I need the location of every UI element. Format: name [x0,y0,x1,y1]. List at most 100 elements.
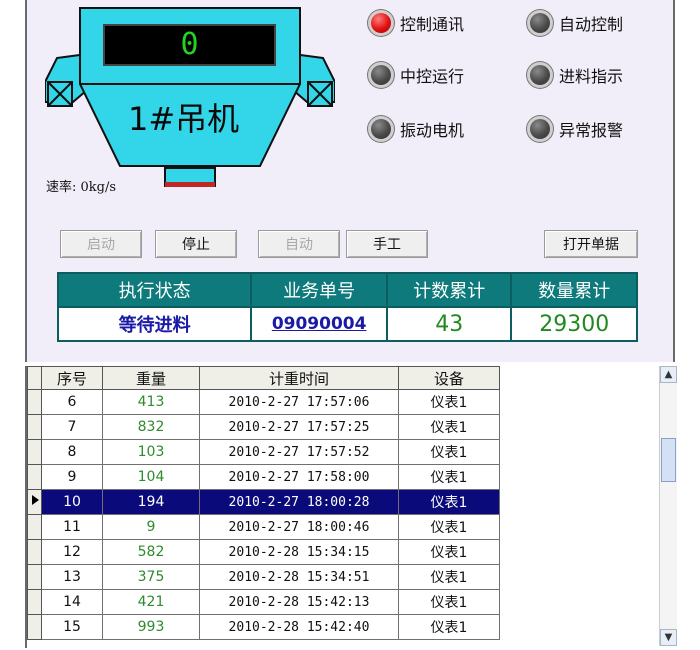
cell-seq: 13 [41,564,103,590]
cell-seq: 11 [41,514,103,540]
scroll-thumb[interactable] [661,438,676,482]
indicator-feed: 进料指示 [527,60,623,90]
manual-button[interactable]: 手工 [346,230,428,258]
cell-weight: 9 [102,514,200,540]
indicator-label: 异常报警 [559,121,624,140]
table-row[interactable]: 15 993 2010-2-28 15:42:40 仪表1 [27,614,500,640]
cell-time: 2010-2-27 17:57:06 [199,389,399,415]
cell-time: 2010-2-27 17:58:00 [199,464,399,490]
cell-weight: 194 [102,489,200,515]
cell-seq: 6 [41,389,103,415]
cell-time: 2010-2-27 18:00:28 [199,489,399,515]
cell-weight: 993 [102,614,200,640]
cell-device: 仪表1 [398,439,500,465]
scroll-down-icon[interactable]: ▼ [660,629,677,646]
order-number-link[interactable]: 09090004 [250,306,389,342]
column-header-seq[interactable]: 序号 [41,366,103,390]
weight-display: 0 [103,24,276,66]
indicator-label: 中控运行 [400,67,465,86]
row-pointer-icon[interactable] [27,489,42,515]
status-lamp-icon [527,116,553,142]
row-selector[interactable] [27,614,42,640]
weight-display-value: 0 [180,27,199,62]
cell-time: 2010-2-27 17:57:52 [199,439,399,465]
table-row[interactable]: 11 9 2010-2-27 18:00:46 仪表1 [27,514,500,540]
table-row[interactable]: 7 832 2010-2-27 17:57:25 仪表1 [27,414,500,440]
status-header-order: 业务单号 [250,272,389,308]
stop-button[interactable]: 停止 [155,230,237,258]
indicator-label: 自动控制 [559,15,624,34]
cell-time: 2010-2-27 17:57:25 [199,414,399,440]
row-selector[interactable] [27,564,42,590]
status-header-quantity: 数量累计 [510,272,638,308]
status-header-count: 计数累计 [386,272,513,308]
cell-seq: 8 [41,439,103,465]
open-order-button[interactable]: 打开单据 [544,230,638,258]
indicator-auto-control: 自动控制 [527,8,623,38]
quantity-total: 29300 [510,306,638,342]
status-lamp-icon [527,62,553,88]
cell-time: 2010-2-28 15:42:13 [199,589,399,615]
cell-time: 2010-2-28 15:34:15 [199,539,399,565]
weighing-records-grid: 序号 重量 计重时间 设备 6 413 2010-2-27 17:57:06 仪表1 7… [25,366,677,648]
row-selector[interactable] [27,389,42,415]
indicator-label: 振动电机 [400,121,465,140]
column-header-weight[interactable]: 重量 [102,366,200,390]
cell-seq: 12 [41,539,103,565]
cell-device: 仪表1 [398,489,500,515]
cell-seq: 14 [41,589,103,615]
indicator-alarm: 异常报警 [527,114,623,144]
cell-weight: 582 [102,539,200,565]
row-selector[interactable] [27,414,42,440]
cell-seq: 10 [41,489,103,515]
cell-time: 2010-2-28 15:42:40 [199,614,399,640]
cell-seq: 15 [41,614,103,640]
cell-weight: 104 [102,464,200,490]
cell-weight: 103 [102,439,200,465]
count-total: 43 [386,306,513,342]
records-table: 序号 重量 计重时间 设备 6 413 2010-2-27 17:57:06 仪表1 7… [27,366,500,640]
speed-readout: 速率: 0kg/s [46,180,117,195]
scroll-up-icon[interactable]: ▲ [660,366,677,383]
cell-seq: 7 [41,414,103,440]
cell-weight: 375 [102,564,200,590]
cell-device: 仪表1 [398,389,500,415]
table-row[interactable]: 6 413 2010-2-27 17:57:06 仪表1 [27,389,500,415]
row-selector[interactable] [27,439,42,465]
cell-device: 仪表1 [398,539,500,565]
table-row[interactable]: 13 375 2010-2-28 15:34:51 仪表1 [27,564,500,590]
row-selector[interactable] [27,464,42,490]
cell-weight: 413 [102,389,200,415]
table-row[interactable]: 14 421 2010-2-28 15:42:13 仪表1 [27,589,500,615]
indicator-comm: 控制通讯 [368,8,464,38]
table-row[interactable]: 9 104 2010-2-27 17:58:00 仪表1 [27,464,500,490]
status-header-state: 执行状态 [56,272,253,308]
cell-time: 2010-2-28 15:34:51 [199,564,399,590]
cell-device: 仪表1 [398,464,500,490]
status-lamp-icon [527,10,553,36]
row-selector[interactable] [27,589,42,615]
auto-button[interactable]: 自动 [258,230,340,258]
cell-device: 仪表1 [398,614,500,640]
indicator-central-run: 中控运行 [368,60,464,90]
vertical-scrollbar[interactable]: ▲ ▼ [659,366,677,646]
cell-weight: 421 [102,589,200,615]
cell-seq: 9 [41,464,103,490]
row-header-corner [27,366,42,390]
column-header-device[interactable]: 设备 [398,366,500,390]
row-selector[interactable] [27,514,42,540]
status-table: 执行状态 业务单号 计数累计 数量累计 等待进料 09090004 43 293… [56,272,638,342]
cell-device: 仪表1 [398,514,500,540]
indicator-label: 控制通讯 [400,15,465,34]
cell-time: 2010-2-27 18:00:46 [199,514,399,540]
table-row[interactable]: 10 194 2010-2-27 18:00:28 仪表1 [27,489,500,515]
cell-device: 仪表1 [398,414,500,440]
table-row[interactable]: 8 103 2010-2-27 17:57:52 仪表1 [27,439,500,465]
status-lamp-icon [368,10,394,36]
table-row[interactable]: 12 582 2010-2-28 15:34:15 仪表1 [27,539,500,565]
crane-name: 1#吊机 [128,100,240,138]
column-header-time[interactable]: 计重时间 [199,366,399,390]
cell-weight: 832 [102,414,200,440]
start-button[interactable]: 启动 [60,230,142,258]
row-selector[interactable] [27,539,42,565]
